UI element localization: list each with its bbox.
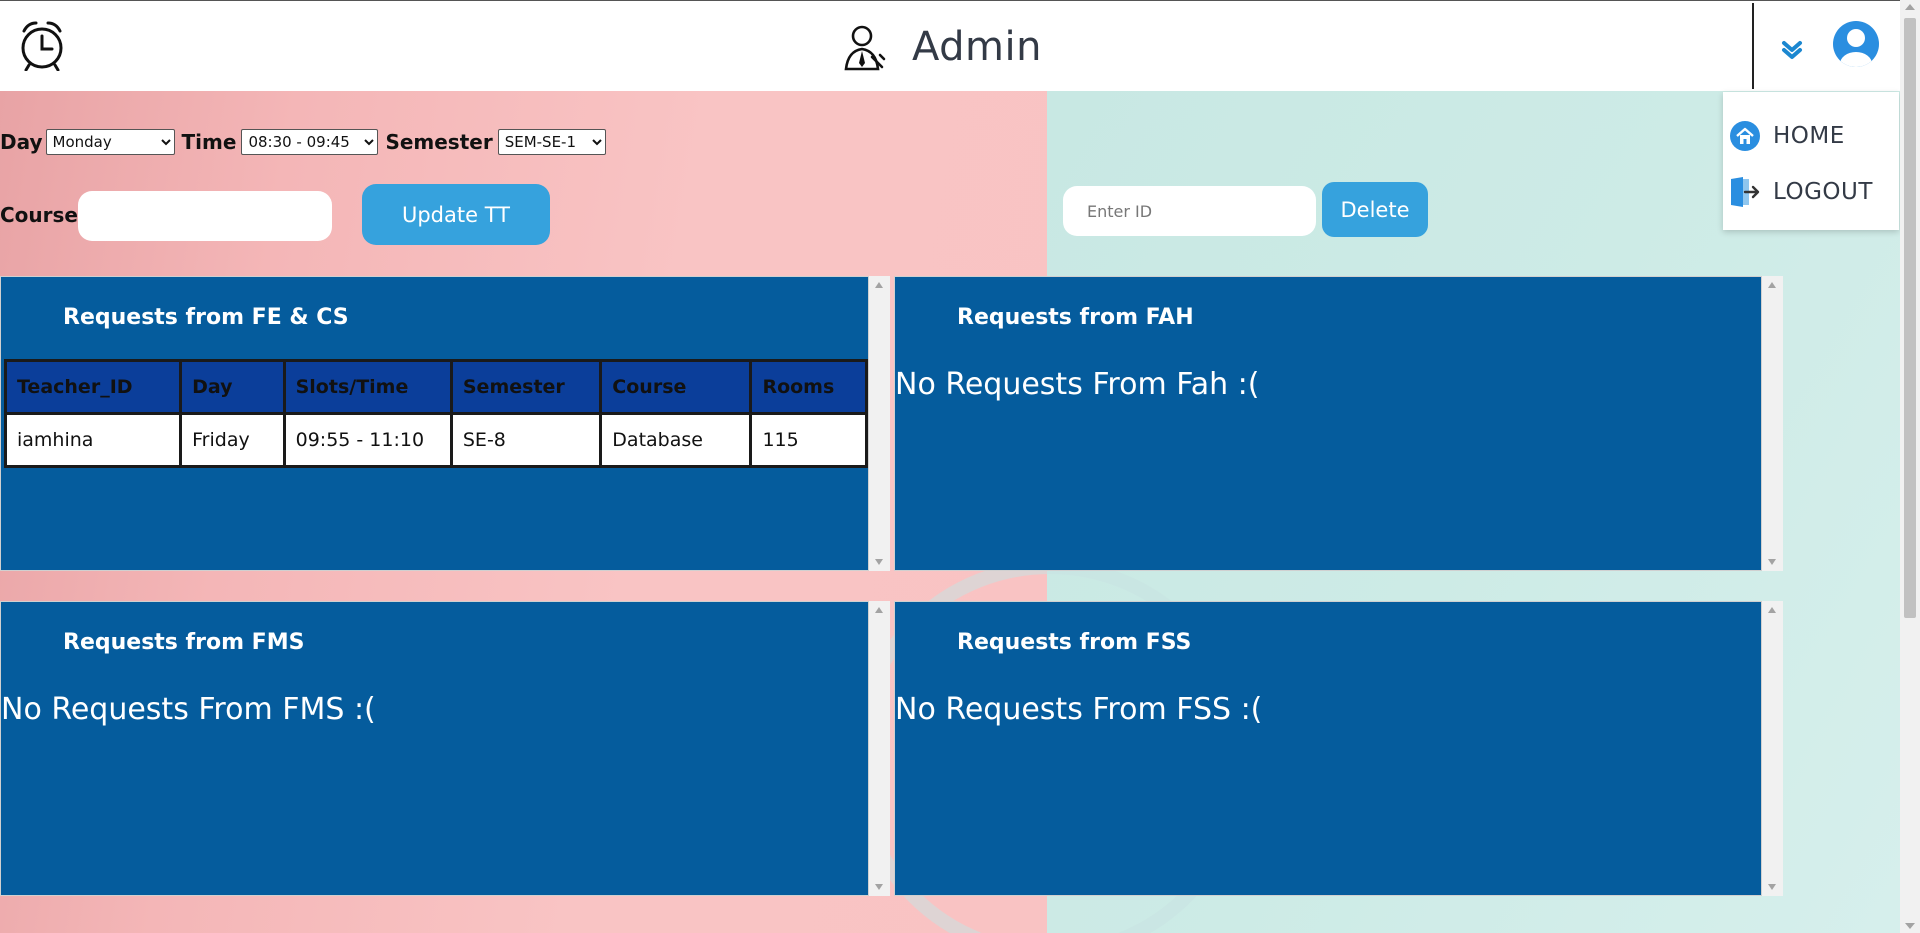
update-tt-button[interactable]: Update TT xyxy=(362,184,550,245)
table-header-row: Teacher_ID Day Slots/Time Semester Cours… xyxy=(3,359,868,415)
id-input[interactable] xyxy=(1063,186,1316,236)
delete-button[interactable]: Delete xyxy=(1322,182,1428,237)
semester-label: Semester xyxy=(385,130,493,154)
timetable-form-row: Day Monday Time 08:30 - 09:45 Semester S… xyxy=(0,129,606,155)
menu-item-home-label: HOME xyxy=(1773,123,1845,149)
day-select[interactable]: Monday xyxy=(45,129,175,155)
home-icon xyxy=(1730,121,1760,151)
column-header: Course xyxy=(599,359,753,415)
course-label: Course xyxy=(0,203,78,227)
table-row[interactable]: iamhina Friday 09:55 - 11:10 SE-8 Databa… xyxy=(3,412,868,468)
admin-user-icon xyxy=(844,25,886,71)
column-header: Teacher_ID xyxy=(3,359,183,415)
empty-message-fms: No Requests From FMS :( xyxy=(1,692,376,727)
alarm-clock-icon[interactable] xyxy=(18,19,66,71)
scroll-up-arrow-icon[interactable] xyxy=(1905,4,1915,10)
double-chevron-down-icon[interactable] xyxy=(1778,35,1806,63)
page-title: Admin xyxy=(912,24,1042,70)
panel-title-fah: Requests from FAH xyxy=(957,305,1194,330)
table-cell: Friday xyxy=(179,412,286,468)
requests-panel-fms: Requests from FMS No Requests From FMS :… xyxy=(0,601,869,896)
semester-select[interactable]: SEM-SE-1 xyxy=(497,129,606,155)
column-header: Rooms xyxy=(749,359,868,415)
column-header: Day xyxy=(179,359,286,415)
table-cell: iamhina xyxy=(3,412,183,468)
menu-item-logout[interactable]: LOGOUT xyxy=(1729,170,1873,214)
requests-panel-fecs: Requests from FE & CS Teacher_ID Day Slo… xyxy=(0,276,869,571)
panel-title-fms: Requests from FMS xyxy=(63,630,305,655)
course-input[interactable] xyxy=(78,191,332,241)
user-dropdown-menu: HOME LOGOUT xyxy=(1723,92,1899,230)
scrollbar-thumb[interactable] xyxy=(1904,18,1916,618)
time-select[interactable]: 08:30 - 09:45 xyxy=(241,129,379,155)
table-cell: SE-8 xyxy=(449,412,603,468)
logout-icon xyxy=(1731,177,1760,207)
menu-item-logout-label: LOGOUT xyxy=(1773,179,1873,205)
panel-scrollbar[interactable] xyxy=(1762,276,1783,571)
panel-scrollbar[interactable] xyxy=(869,601,890,896)
page-scrollbar[interactable] xyxy=(1900,0,1920,933)
panel-title-fss: Requests from FSS xyxy=(957,630,1192,655)
column-header: Slots/Time xyxy=(282,359,453,415)
time-label: Time xyxy=(181,130,237,154)
panel-title-fecs: Requests from FE & CS xyxy=(63,305,349,330)
user-avatar-icon[interactable] xyxy=(1832,18,1880,70)
empty-message-fss: No Requests From FSS :( xyxy=(895,692,1263,727)
table-cell: 115 xyxy=(749,412,868,468)
requests-panel-fah: Requests from FAH No Requests From Fah :… xyxy=(894,276,1762,571)
top-bar: Admin xyxy=(0,0,1900,91)
requests-table-fecs: Teacher_ID Day Slots/Time Semester Cours… xyxy=(3,359,868,468)
empty-message-fah: No Requests From Fah :( xyxy=(895,367,1260,402)
table-cell: 09:55 - 11:10 xyxy=(282,412,453,468)
page-title-group: Admin xyxy=(842,19,1042,75)
panel-scrollbar[interactable] xyxy=(869,276,890,571)
column-header: Semester xyxy=(449,359,603,415)
day-label: Day xyxy=(0,130,43,154)
scroll-down-arrow-icon[interactable] xyxy=(1905,923,1915,929)
requests-panel-fss: Requests from FSS No Requests From FSS :… xyxy=(894,601,1762,896)
table-cell: Database xyxy=(599,412,753,468)
header-divider xyxy=(1752,3,1754,89)
panel-scrollbar[interactable] xyxy=(1762,601,1783,896)
menu-item-home[interactable]: HOME xyxy=(1729,114,1845,158)
